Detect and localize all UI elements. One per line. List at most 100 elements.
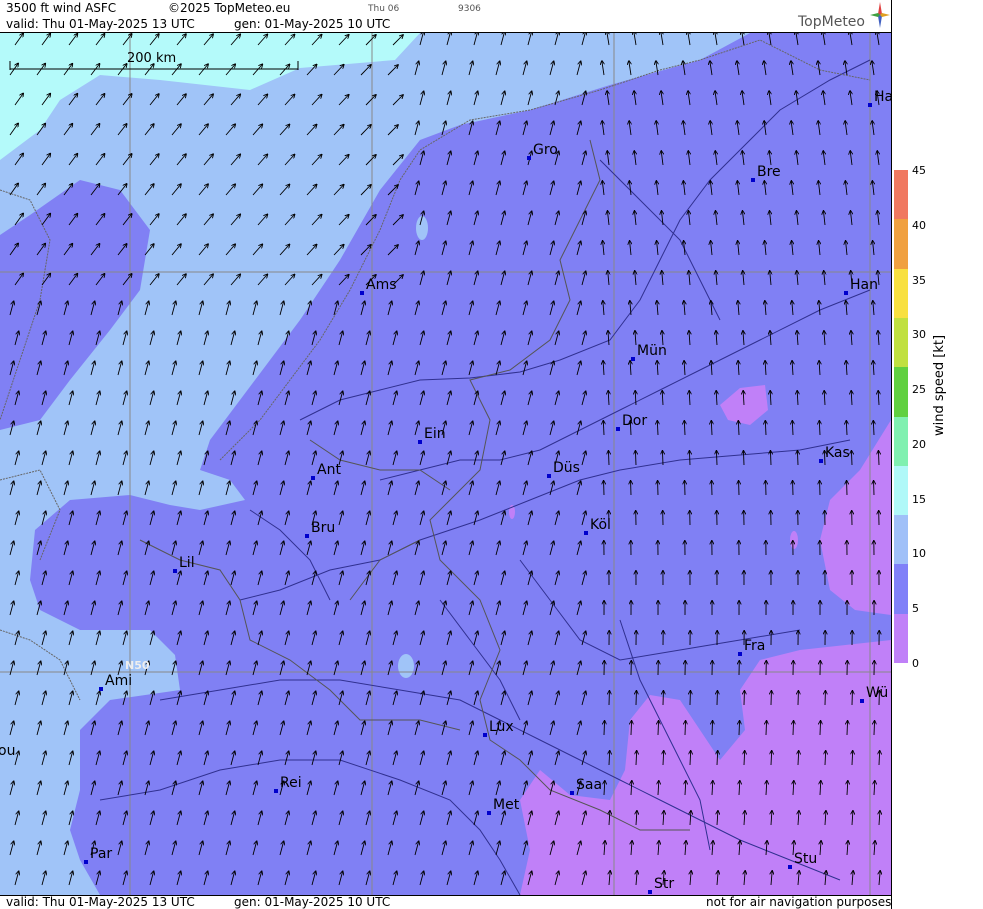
legend-tick-label: 45 (912, 164, 926, 177)
city-label: Kas (825, 445, 850, 461)
city-dot (173, 569, 177, 573)
city-dot (584, 531, 588, 535)
city-label: Par (90, 846, 113, 862)
city-label: Ha (874, 89, 891, 105)
valid-time-footer: valid: Thu 01-May-2025 13 UTC (6, 895, 195, 909)
city-label: Köl (590, 517, 611, 533)
city-dot (860, 699, 864, 703)
city-label: Bru (311, 520, 336, 536)
wind-arrow (766, 721, 767, 736)
legend-tick-label: 0 (912, 657, 919, 670)
city-label: Han (850, 277, 878, 293)
city-dot (788, 865, 792, 869)
city-dot (487, 811, 491, 815)
city-dot (305, 534, 309, 538)
city-dot (648, 890, 652, 894)
city-label: Rei (280, 775, 302, 791)
wind-map: 200 km N50 Ha Gro Bre Ams Han Mün Dor Ei… (0, 33, 891, 895)
city-dot (868, 103, 872, 107)
city-label: Ein (424, 426, 446, 442)
legend-title: wind speed [kt] (932, 334, 947, 436)
wind-arrow (820, 721, 821, 736)
city-label: Dor (622, 413, 648, 429)
city-label: Wü (866, 685, 889, 701)
city-label: Saa (576, 777, 603, 793)
city-label: Ami (105, 673, 133, 689)
city-dot (819, 459, 823, 463)
city-label: ou (0, 743, 16, 759)
day-code: Thu 06 (368, 4, 400, 14)
lake-ijssel (416, 216, 428, 240)
city-label: Str (654, 876, 675, 892)
gen-time-footer: gen: 01-May-2025 10 UTC (234, 895, 391, 909)
wind-arrow (631, 721, 632, 736)
latitude-label: N50 (125, 659, 150, 672)
city-label: Met (493, 797, 520, 813)
lake-patch (398, 654, 414, 678)
city-label: Mün (637, 343, 667, 359)
city-dot (99, 687, 103, 691)
wind-arrow (770, 451, 771, 466)
copyright: ©2025 TopMeteo.eu (168, 1, 291, 15)
purple-dot (790, 531, 798, 549)
wind-arrow (874, 721, 875, 736)
wind-arrow (793, 721, 794, 736)
city-dot (738, 652, 742, 656)
legend-color-band (894, 170, 908, 220)
scale-bar-label: 200 km (127, 51, 177, 66)
city-label: Lil (179, 555, 195, 571)
city-dot (360, 291, 364, 295)
compass-star-icon (870, 2, 890, 28)
wind-arrow (878, 451, 879, 466)
legend-tick-label: 10 (912, 547, 926, 561)
city-dot (570, 791, 574, 795)
legend-color-band (894, 465, 908, 516)
city-dot (311, 476, 315, 480)
run-code: 9306 (458, 4, 481, 14)
wind-arrow (716, 451, 717, 466)
city-label: Ams (366, 277, 397, 293)
logo-text: TopMeteo (798, 14, 865, 30)
legend-tick-label: 20 (912, 437, 926, 451)
wind-arrow (658, 721, 659, 736)
legend-color-band (894, 268, 908, 319)
valid-time-header: valid: Thu 01-May-2025 13 UTC (6, 17, 195, 31)
wind-arrow (685, 721, 686, 736)
wind-arrow (608, 451, 609, 466)
wind-arrow (689, 451, 690, 466)
city-label: Bre (757, 164, 781, 180)
city-dot (631, 357, 635, 361)
wind-arrow (712, 721, 713, 736)
legend-color-band (894, 367, 908, 417)
product-title: 3500 ft wind ASFC (6, 1, 117, 15)
legend-tick-label: 25 (912, 383, 926, 397)
city-label: Lux (489, 719, 514, 735)
gen-time-header: gen: 01-May-2025 10 UTC (234, 17, 391, 31)
legend-color-band (894, 317, 908, 368)
city-label: Fra (744, 638, 766, 654)
legend-color-band (894, 416, 908, 467)
city-dot (84, 860, 88, 864)
city-dot (527, 156, 531, 160)
legend-color-band (894, 515, 908, 565)
legend-tick-label: 30 (912, 328, 926, 342)
legend-color-band (894, 564, 908, 615)
city-dot (547, 474, 551, 478)
city-dot (751, 178, 755, 182)
wind-arrow (635, 451, 636, 466)
city-dot (844, 291, 848, 295)
city-dot (483, 733, 487, 737)
wind-arrow (847, 721, 848, 736)
city-dot (616, 427, 620, 431)
legend-color-band (894, 613, 908, 664)
legend-color-band (894, 219, 908, 270)
city-dot (274, 789, 278, 793)
legend-tick-label: 40 (912, 218, 926, 232)
legend-tick-label: 15 (912, 492, 926, 506)
city-label: Stu (794, 851, 818, 867)
legend-tick-label: 35 (912, 273, 926, 287)
wind-arrow (739, 721, 740, 736)
city-dot (418, 440, 422, 444)
map-right-border (891, 0, 892, 909)
city-label: Düs (553, 460, 580, 476)
